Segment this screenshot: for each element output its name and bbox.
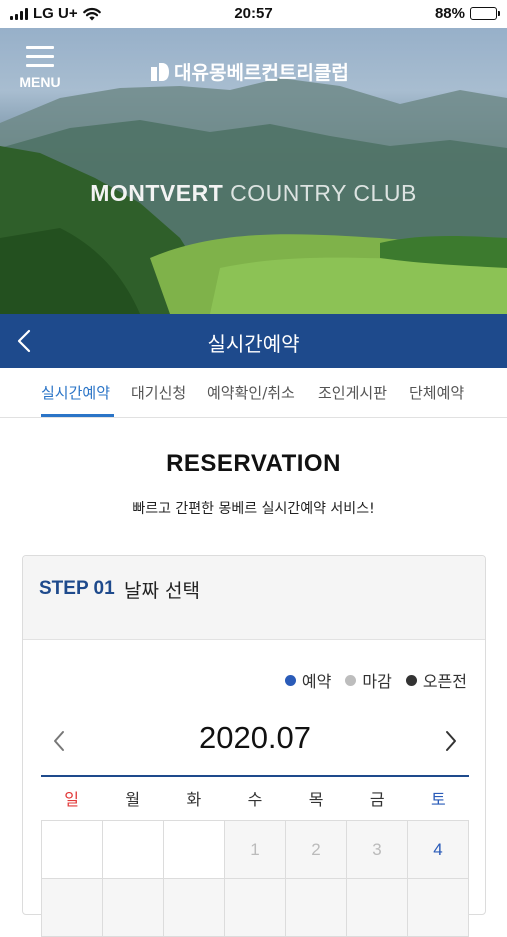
calendar-day-partial[interactable] (103, 879, 164, 937)
calendar-day-empty (42, 821, 103, 879)
tab-group-reservation[interactable]: 단체예약 (409, 382, 464, 403)
legend-dot (345, 674, 357, 686)
legend-label: 오픈전 (422, 672, 467, 691)
legend-label: 예약 (301, 672, 332, 691)
legend-dot (405, 674, 417, 686)
calendar-day-partial[interactable] (164, 879, 225, 937)
calendar-day-partial[interactable] (42, 879, 103, 937)
legend-item-not-open: 오픈전 (405, 668, 467, 692)
current-month: 2020.07 (198, 720, 312, 755)
month-navigator: 2020.07 (41, 716, 469, 766)
date-selection-card: STEP 01 날짜 선택 예약 마감 오픈전 2020.07 일 월 화 수 … (22, 555, 486, 937)
step-header: STEP 01 날짜 선택 (23, 556, 485, 640)
status-time: 20:57 (234, 5, 273, 22)
month-divider (41, 775, 469, 777)
calendar-day-empty (103, 821, 164, 879)
hamburger-icon (26, 46, 54, 67)
logo-mark-icon (151, 62, 169, 81)
calendar-day[interactable]: 4 (408, 821, 469, 879)
page-title: 실시간예약 (207, 332, 300, 356)
legend-item-closed: 마감 (345, 668, 392, 692)
step-label: STEP 01 (39, 578, 115, 599)
hero-banner: MENU 대유몽베르컨트리클럽 MONTVERT COUNTRY CLUB (0, 28, 507, 314)
menu-button[interactable]: MENU (18, 46, 62, 94)
calendar-grid: 1 2 3 4 (41, 820, 469, 937)
weekday-sun: 일 (64, 790, 79, 809)
calendar-day[interactable]: 1 (225, 821, 286, 879)
tab-waitlist[interactable]: 대기신청 (131, 382, 186, 403)
tab-join-board[interactable]: 조인게시판 (318, 382, 387, 403)
status-bar: LG U+ 20:57 88% (0, 0, 507, 28)
section-subtitle: 빠르고 간편한 몽베르 실시간예약 서비스! (132, 501, 375, 517)
page-titlebar: 실시간예약 (0, 314, 507, 368)
legend-item-reserve: 예약 (284, 668, 332, 692)
weekday-fri: 금 (369, 790, 385, 809)
legend-label: 마감 (362, 672, 392, 691)
calendar-day[interactable]: 2 (286, 821, 347, 879)
menu-label: MENU (19, 74, 61, 90)
weekday-thu: 목 (308, 790, 324, 809)
calendar-day-partial[interactable] (408, 879, 469, 937)
calendar-day[interactable]: 3 (347, 821, 408, 879)
tab-realtime-reservation[interactable]: 실시간예약 (41, 382, 110, 403)
status-legend: 예약 마감 오픈전 (284, 668, 467, 692)
calendar-day-empty (164, 821, 225, 879)
active-tab-indicator (41, 414, 114, 417)
weekday-header: 일 월 화 수 목 금 토 (41, 786, 469, 810)
weekday-wed: 수 (247, 790, 263, 809)
hero-title: MONTVERT COUNTRY CLUB (0, 180, 507, 207)
calendar-day-partial[interactable] (225, 879, 286, 937)
calendar-day-partial[interactable] (286, 879, 347, 937)
battery-percent: 88% (434, 5, 465, 22)
calendar-day-partial[interactable] (347, 879, 408, 937)
logo-text: 대유몽베르컨트리클럽 (174, 62, 349, 84)
section-title: RESERVATION (166, 450, 341, 477)
step-text: 날짜 선택 (124, 580, 200, 602)
club-logo[interactable]: 대유몽베르컨트리클럽 (150, 58, 349, 85)
tab-reservation-check[interactable]: 예약확인/취소 (207, 382, 295, 403)
weekday-tue: 화 (186, 790, 202, 809)
weekday-sat: 토 (431, 790, 446, 809)
tab-bar: 실시간예약 대기신청 예약확인/취소 조인게시판 단체예약 (0, 368, 507, 418)
battery-icon (470, 7, 500, 20)
legend-dot (284, 674, 296, 686)
status-right: 88% (434, 5, 500, 22)
hero-title-bold: MONTVERT (90, 180, 224, 206)
chevron-right-icon[interactable] (441, 726, 461, 756)
hero-title-light: COUNTRY CLUB (230, 180, 417, 206)
weekday-mon: 월 (125, 790, 141, 809)
